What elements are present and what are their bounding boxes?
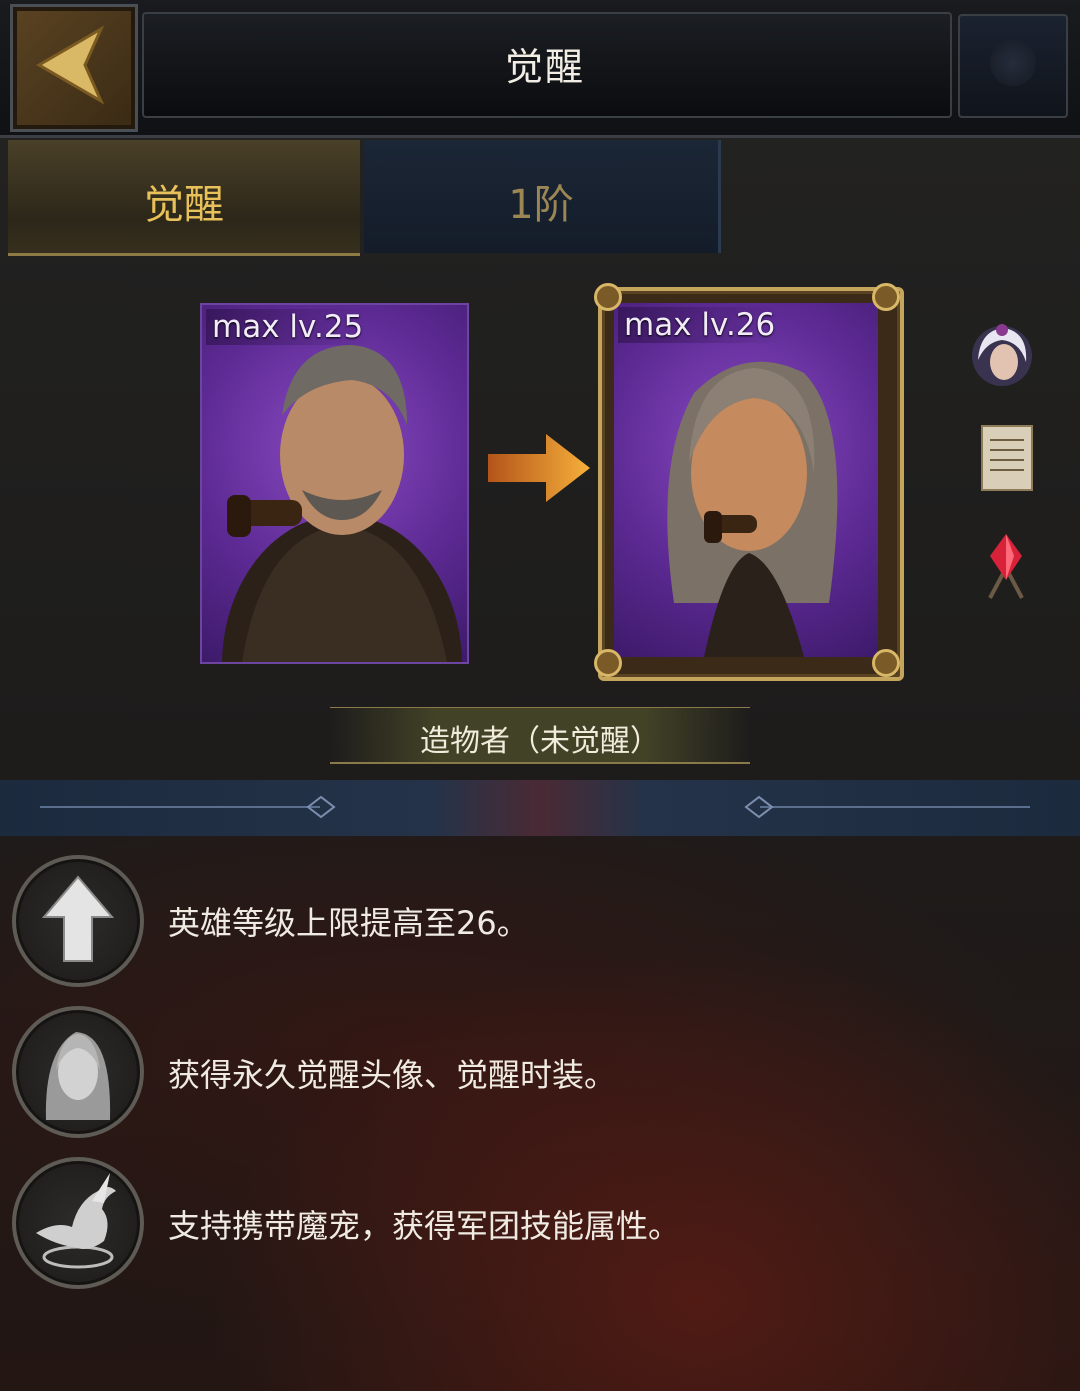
feature-text: 支持携带魔宠，获得军团技能属性。 bbox=[168, 1207, 681, 1245]
feature-icon-circle bbox=[12, 1006, 144, 1138]
divider-line-right bbox=[760, 806, 1030, 808]
feature-icon-circle bbox=[12, 1157, 144, 1289]
section-divider bbox=[0, 780, 1080, 836]
tab-tier-1-label: 1阶 bbox=[508, 182, 574, 228]
hero-name: 造物者（未觉醒） bbox=[420, 724, 660, 759]
divider-ornament-left-icon bbox=[306, 795, 336, 819]
hero-portrait-awakened bbox=[667, 361, 838, 657]
page-title: 觉醒 bbox=[504, 45, 585, 89]
back-arrow-icon bbox=[36, 25, 105, 105]
scroll-document-icon[interactable] bbox=[970, 422, 1042, 494]
tab-awaken-label: 觉醒 bbox=[144, 182, 224, 228]
dragon-pet-icon bbox=[36, 1173, 116, 1269]
tab-awaken[interactable]: 觉醒 bbox=[8, 140, 360, 256]
current-level-label: max lv.25 bbox=[206, 309, 370, 345]
next-level-label: max lv.26 bbox=[618, 307, 782, 343]
frame-corner bbox=[872, 283, 900, 311]
tab-tier-1[interactable]: 1阶 bbox=[364, 140, 721, 253]
portrait-icon bbox=[45, 1032, 111, 1120]
next-hero-card: max lv.26 bbox=[614, 303, 878, 657]
divider-line-left bbox=[40, 806, 320, 808]
frame-corner bbox=[594, 283, 622, 311]
back-button[interactable] bbox=[10, 4, 138, 132]
up-arrow-icon bbox=[41, 875, 115, 962]
hero-portrait-current bbox=[222, 345, 462, 662]
arrow-right-icon bbox=[488, 434, 590, 502]
red-crystal-icon[interactable] bbox=[970, 528, 1042, 600]
feature-text: 英雄等级上限提高至26。 bbox=[168, 904, 529, 942]
divider-ornament-right-icon bbox=[744, 795, 774, 819]
feature-icon-circle bbox=[12, 855, 144, 987]
frame-corner bbox=[872, 649, 900, 677]
current-hero-card: max lv.25 bbox=[200, 303, 469, 664]
emblem-button[interactable] bbox=[958, 14, 1068, 118]
hero-avatar-icon[interactable] bbox=[966, 320, 1038, 392]
frame-corner bbox=[594, 649, 622, 677]
feature-text: 获得永久觉醒头像、觉醒时装。 bbox=[168, 1056, 617, 1094]
emblem-icon bbox=[990, 40, 1036, 86]
